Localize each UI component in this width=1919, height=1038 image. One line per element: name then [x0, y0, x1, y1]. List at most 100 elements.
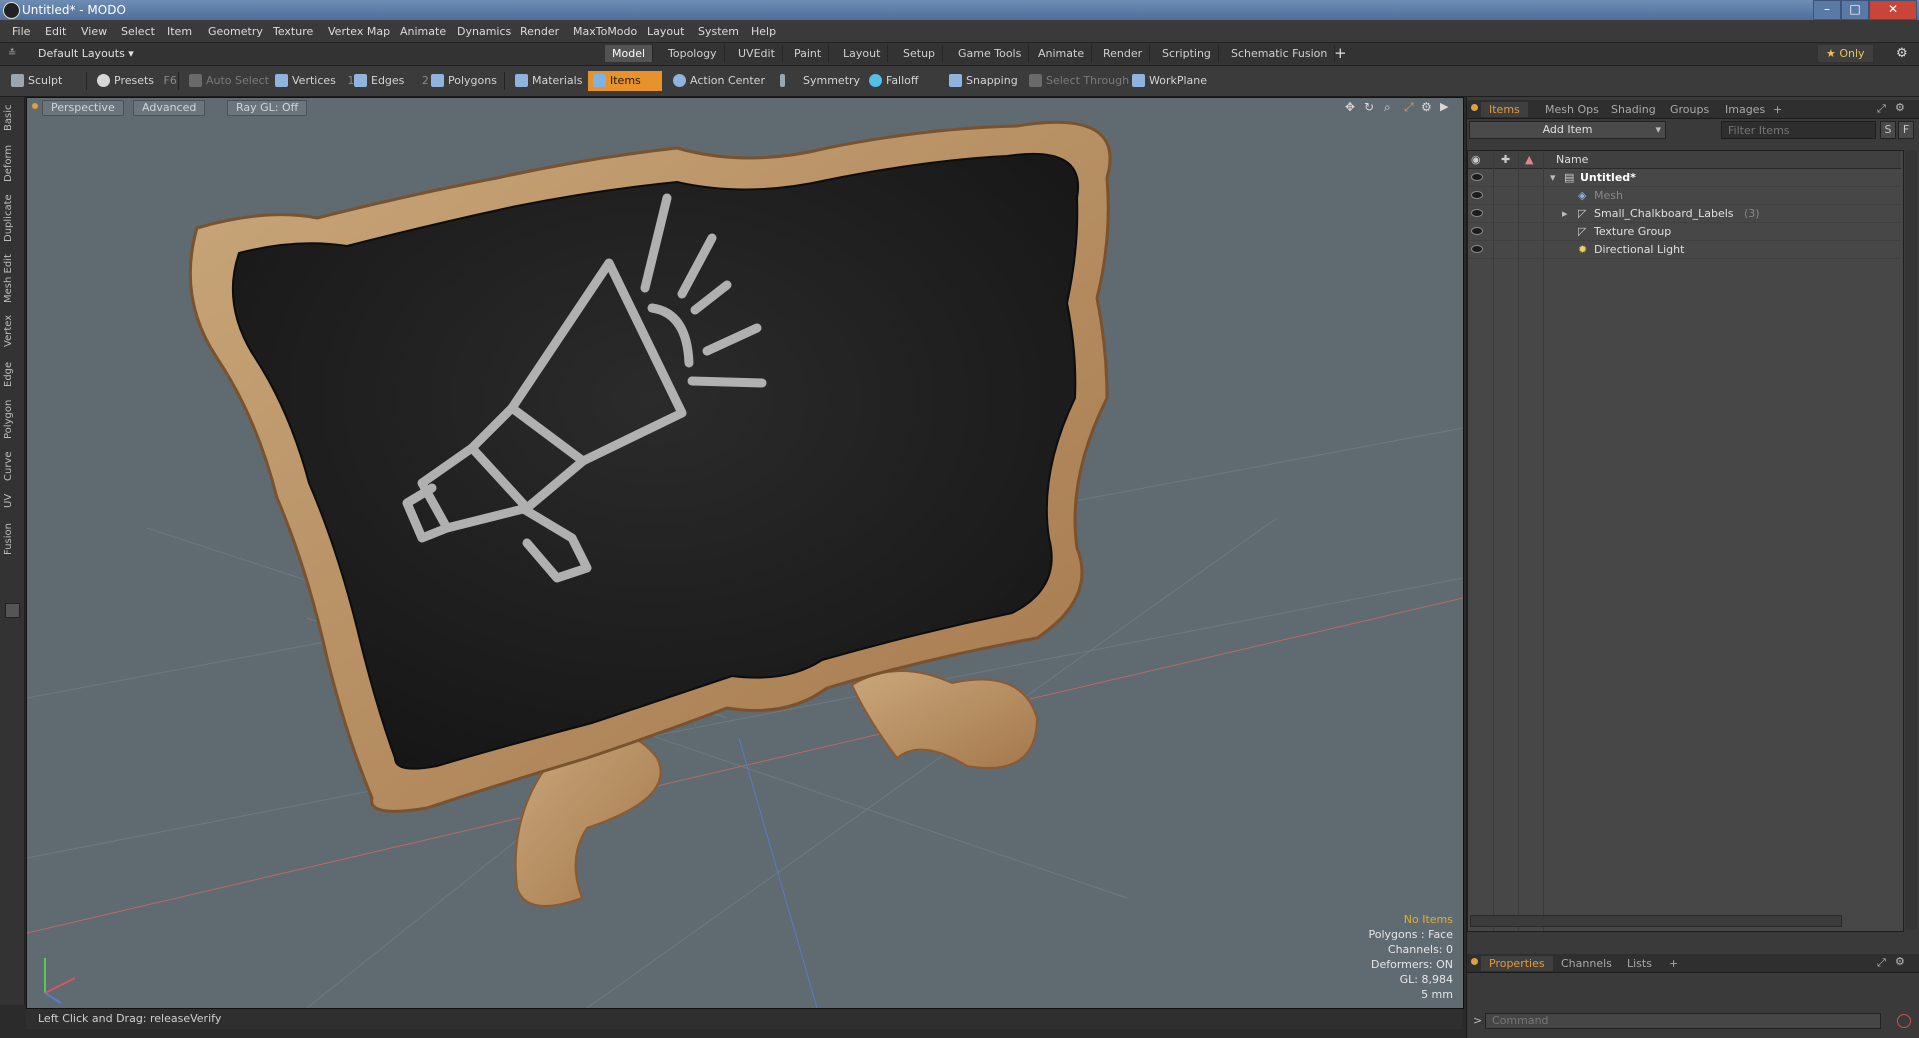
tab-properties[interactable]: Properties: [1481, 956, 1553, 971]
menu-maxtomodo[interactable]: MaxToModo: [573, 25, 637, 38]
command-history-icon[interactable]: [1897, 1014, 1911, 1028]
list-item[interactable]: ▸ ◸ Small_Chalkboard_Labels (3): [1468, 205, 1901, 223]
filter-items-input[interactable]: [1721, 121, 1876, 139]
vtab-basic[interactable]: Basic: [3, 103, 21, 133]
add-item-dropdown[interactable]: Add Item ▾: [1469, 121, 1666, 139]
vtab-uv[interactable]: UV: [3, 491, 21, 511]
snapping-button[interactable]: Snapping: [944, 71, 1024, 91]
panel-expand-icon[interactable]: ⤢: [1877, 102, 1886, 116]
select-through-button[interactable]: Select Through: [1024, 71, 1135, 91]
menu-render[interactable]: Render: [520, 25, 559, 38]
tab-uvedit[interactable]: UVEdit: [731, 45, 783, 62]
menu-select[interactable]: Select: [121, 25, 155, 38]
render-column-icon[interactable]: ▲: [1525, 151, 1533, 168]
menu-file[interactable]: File: [12, 25, 30, 38]
menu-help[interactable]: Help: [751, 25, 776, 38]
command-input[interactable]: [1485, 1013, 1881, 1029]
rotate-icon[interactable]: ↻: [1364, 100, 1374, 114]
zoom-icon[interactable]: ⌕: [1384, 100, 1391, 115]
eye-icon[interactable]: [1471, 227, 1483, 235]
tab-lists[interactable]: Lists: [1619, 956, 1660, 971]
3d-viewport[interactable]: Perspective Advanced Ray GL: Off ✥ ↻ ⌕ ⤢…: [26, 97, 1464, 1009]
panel-settings-icon[interactable]: ⚙: [1895, 101, 1905, 114]
raygl-toggle[interactable]: Ray GL: Off: [227, 100, 308, 116]
shading-advanced-dropdown[interactable]: Advanced: [133, 100, 206, 116]
action-center-button[interactable]: Action Center: [668, 71, 771, 91]
menu-geometry[interactable]: Geometry: [208, 25, 263, 38]
menu-texture[interactable]: Texture: [273, 25, 313, 38]
add-layout-button[interactable]: +: [1334, 44, 1347, 62]
edges-button[interactable]: Edges 2: [349, 71, 435, 91]
view-perspective-dropdown[interactable]: Perspective: [42, 100, 124, 116]
vtab-fusion[interactable]: Fusion: [3, 521, 21, 557]
panel-dot-icon[interactable]: [1471, 104, 1478, 111]
menu-view[interactable]: View: [81, 25, 107, 38]
properties-expand-icon[interactable]: ⤢: [1877, 956, 1886, 970]
expand-arrow-icon[interactable]: ▾: [1550, 169, 1556, 186]
workplane-button[interactable]: WorkPlane: [1127, 71, 1213, 91]
tab-shading[interactable]: Shading: [1603, 102, 1664, 117]
f-filter-button[interactable]: F: [1898, 121, 1914, 139]
tab-channels[interactable]: Channels: [1553, 956, 1620, 971]
tab-items[interactable]: Items: [1481, 102, 1528, 117]
list-item[interactable]: ◈ Mesh: [1468, 187, 1901, 205]
tab-scripting[interactable]: Scripting: [1155, 45, 1219, 62]
close-button[interactable]: ✕: [1869, 0, 1917, 20]
vertices-button[interactable]: Vertices 1: [270, 71, 360, 91]
vtab-curve[interactable]: Curve: [3, 449, 21, 483]
gear-icon[interactable]: ⚙: [1896, 46, 1908, 61]
vtab-duplicate[interactable]: Duplicate: [3, 193, 21, 243]
tab-schematic-fusion[interactable]: Schematic Fusion: [1224, 45, 1336, 62]
vtab-edge[interactable]: Edge: [3, 359, 21, 389]
scene-render[interactable]: [27, 98, 1463, 1008]
expand-arrow-icon[interactable]: ▸: [1562, 205, 1568, 222]
s-filter-button[interactable]: S: [1880, 121, 1896, 139]
eye-icon[interactable]: [1471, 173, 1483, 181]
eye-icon[interactable]: [1471, 245, 1483, 253]
tab-paint[interactable]: Paint: [787, 45, 830, 62]
auto-select-button[interactable]: Auto Select: [184, 71, 275, 91]
menu-vertex-map[interactable]: Vertex Map: [328, 25, 390, 38]
visibility-column-icon[interactable]: ◉: [1471, 151, 1481, 168]
properties-settings-icon[interactable]: ⚙: [1895, 955, 1905, 968]
tab-topology[interactable]: Topology: [661, 45, 725, 62]
name-column-header[interactable]: Name: [1556, 151, 1588, 168]
menu-item[interactable]: Item: [167, 25, 192, 38]
tab-render[interactable]: Render: [1096, 45, 1151, 62]
tab-game-tools[interactable]: Game Tools: [951, 45, 1030, 62]
maximize-button[interactable]: □: [1841, 0, 1869, 20]
tab-setup[interactable]: Setup: [896, 45, 944, 62]
add-tab-button[interactable]: +: [1765, 102, 1790, 117]
tab-layout[interactable]: Layout: [836, 45, 889, 62]
viewport-dot-icon[interactable]: [32, 103, 38, 109]
list-item[interactable]: ▾ ▤ Untitled*: [1468, 169, 1901, 187]
menu-edit[interactable]: Edit: [45, 25, 66, 38]
viewport-settings-icon[interactable]: ⚙: [1421, 100, 1432, 114]
falloff-button[interactable]: Falloff: [864, 71, 924, 91]
materials-button[interactable]: Materials: [510, 71, 588, 91]
eye-icon[interactable]: [1471, 191, 1483, 199]
vtab-polygon[interactable]: Polygon: [3, 397, 21, 441]
menu-system[interactable]: System: [698, 25, 739, 38]
vtab-vertex[interactable]: Vertex: [3, 313, 21, 349]
menu-layout[interactable]: Layout: [647, 25, 684, 38]
fit-view-icon[interactable]: ⤢: [1404, 100, 1414, 115]
menu-dynamics[interactable]: Dynamics: [457, 25, 511, 38]
list-item[interactable]: ✹ Directional Light: [1468, 241, 1901, 259]
items-button[interactable]: Items: [588, 71, 662, 91]
list-item[interactable]: ◸ Texture Group: [1468, 223, 1901, 241]
default-layouts-dropdown[interactable]: Default Layouts ▾: [38, 47, 134, 60]
lock-column-icon[interactable]: ✚: [1501, 151, 1510, 168]
pan-icon[interactable]: ✥: [1345, 100, 1355, 114]
menu-animate[interactable]: Animate: [400, 25, 446, 38]
vtab-deform[interactable]: Deform: [3, 143, 21, 183]
tab-groups[interactable]: Groups: [1662, 102, 1717, 117]
eye-icon[interactable]: [1471, 209, 1483, 217]
polygons-button[interactable]: Polygons: [426, 71, 503, 91]
vtab-mesh-edit[interactable]: Mesh Edit: [3, 253, 21, 305]
horizontal-scrollbar[interactable]: [1470, 915, 1842, 927]
symmetry-button[interactable]: Symmetry: [775, 71, 866, 91]
properties-dot-icon[interactable]: [1471, 958, 1478, 965]
tab-mesh-ops[interactable]: Mesh Ops: [1537, 102, 1607, 117]
vertical-scrollbar[interactable]: [1905, 150, 1917, 930]
